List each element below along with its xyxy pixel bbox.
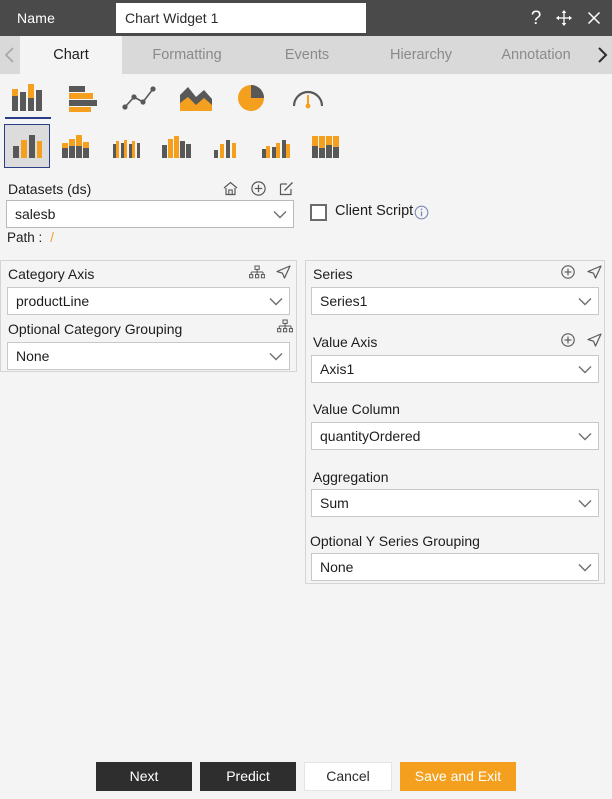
category-axis-label: Category Axis — [8, 266, 95, 282]
column-small-multiples-icon[interactable] — [254, 124, 300, 168]
tab-events[interactable]: Events — [252, 36, 362, 74]
line-scatter-chart-icon[interactable] — [112, 76, 168, 120]
home-icon[interactable] — [222, 180, 239, 202]
series-select[interactable]: Series1 — [311, 287, 599, 315]
chevron-down-icon — [572, 432, 598, 441]
value-axis-value: Axis1 — [320, 361, 355, 377]
chevron-down-icon — [572, 297, 598, 306]
tab-chart[interactable]: Chart — [20, 36, 122, 74]
chevron-right-icon[interactable] — [592, 36, 612, 74]
chart-type-primary-row — [0, 76, 612, 120]
series-actions — [560, 264, 603, 285]
edit-pencil-icon[interactable] — [278, 180, 295, 202]
area-chart-icon[interactable] — [168, 76, 224, 120]
plus-circle-icon[interactable] — [250, 180, 267, 202]
aggregation-value: Sum — [320, 495, 349, 511]
chevron-down-icon — [263, 352, 289, 361]
hierarchy-tree-icon[interactable] — [277, 319, 294, 339]
y-series-grouping-label: Optional Y Series Grouping — [310, 533, 480, 549]
save-and-exit-button[interactable]: Save and Exit — [400, 761, 516, 791]
chevron-down-icon — [263, 297, 289, 306]
chevron-down-icon — [572, 563, 598, 572]
send-arrow-icon[interactable] — [586, 264, 603, 285]
chevron-down-icon — [572, 365, 598, 374]
tab-formatting[interactable]: Formatting — [122, 36, 252, 74]
plus-circle-icon[interactable] — [560, 332, 576, 353]
predict-button[interactable]: Predict — [200, 761, 296, 791]
aggregation-label: Aggregation — [313, 469, 389, 485]
category-grouping-actions — [277, 319, 294, 339]
close-icon[interactable] — [584, 8, 604, 28]
value-column-label: Value Column — [313, 401, 400, 417]
y-series-grouping-select[interactable]: None — [311, 553, 599, 581]
pie-chart-icon[interactable] — [224, 76, 280, 120]
send-arrow-icon[interactable] — [275, 264, 292, 285]
value-column-value: quantityOrdered — [320, 428, 421, 444]
tab-list: Chart Formatting Events Hierarchy Annota… — [20, 36, 592, 74]
help-icon[interactable]: ? — [528, 9, 544, 28]
dataset-path: Path : / — [7, 230, 54, 245]
tab-hierarchy[interactable]: Hierarchy — [362, 36, 480, 74]
footer-button-row: Next Predict Cancel Save and Exit — [0, 761, 612, 791]
info-icon[interactable] — [414, 205, 429, 225]
column-stacked-full-icon[interactable] — [304, 124, 350, 168]
category-grouping-select[interactable]: None — [7, 342, 290, 370]
send-arrow-icon[interactable] — [586, 332, 603, 353]
dialog-title-bar: Name ? — [0, 0, 612, 36]
aggregation-select[interactable]: Sum — [311, 489, 599, 517]
column-clustered-icon[interactable] — [154, 124, 200, 168]
datasets-actions — [222, 180, 295, 202]
gauge-chart-icon[interactable] — [280, 76, 336, 120]
plus-circle-icon[interactable] — [560, 264, 576, 285]
chevron-left-icon[interactable] — [0, 36, 20, 74]
series-label: Series — [313, 266, 353, 282]
move-icon[interactable] — [554, 8, 574, 28]
value-column-select[interactable]: quantityOrdered — [311, 422, 599, 450]
value-axis-select[interactable]: Axis1 — [311, 355, 599, 383]
category-axis-actions — [249, 264, 292, 285]
widget-name-input[interactable] — [116, 3, 366, 33]
column-chart-icon[interactable] — [0, 76, 56, 120]
category-axis-value: productLine — [16, 293, 90, 309]
category-grouping-value: None — [16, 348, 50, 364]
client-script-checkbox[interactable] — [310, 204, 327, 221]
category-grouping-label: Optional Category Grouping — [8, 321, 183, 337]
path-value: / — [50, 230, 55, 245]
series-value: Series1 — [320, 293, 368, 309]
chevron-down-icon — [572, 499, 598, 508]
bar-chart-icon[interactable] — [56, 76, 112, 120]
title-bar-actions: ? — [528, 0, 604, 36]
next-button[interactable]: Next — [96, 761, 192, 791]
value-axis-label: Value Axis — [313, 334, 378, 350]
column-grouped-thin-icon[interactable] — [104, 124, 150, 168]
tab-bar: Chart Formatting Events Hierarchy Annota… — [0, 36, 612, 74]
column-stacked-icon[interactable] — [54, 124, 100, 168]
column-simple-icon[interactable] — [4, 124, 50, 168]
name-label: Name — [17, 10, 56, 26]
path-label: Path : — [7, 230, 43, 245]
client-script-label: Client Script — [335, 203, 414, 219]
column-mixed-icon[interactable] — [204, 124, 250, 168]
hierarchy-tree-icon[interactable] — [249, 265, 266, 285]
cancel-button[interactable]: Cancel — [304, 761, 392, 791]
value-axis-actions — [560, 332, 603, 353]
y-series-grouping-value: None — [320, 559, 354, 575]
chevron-down-icon — [267, 210, 293, 219]
dataset-select-value: salesb — [15, 206, 56, 222]
category-axis-select[interactable]: productLine — [7, 287, 290, 315]
tab-annotation[interactable]: Annotation — [480, 36, 592, 74]
chart-widget-config-dialog: Name ? — [0, 0, 612, 799]
dataset-select[interactable]: salesb — [6, 200, 294, 228]
datasets-label: Datasets (ds) — [8, 181, 92, 197]
chart-type-secondary-row — [0, 120, 612, 172]
